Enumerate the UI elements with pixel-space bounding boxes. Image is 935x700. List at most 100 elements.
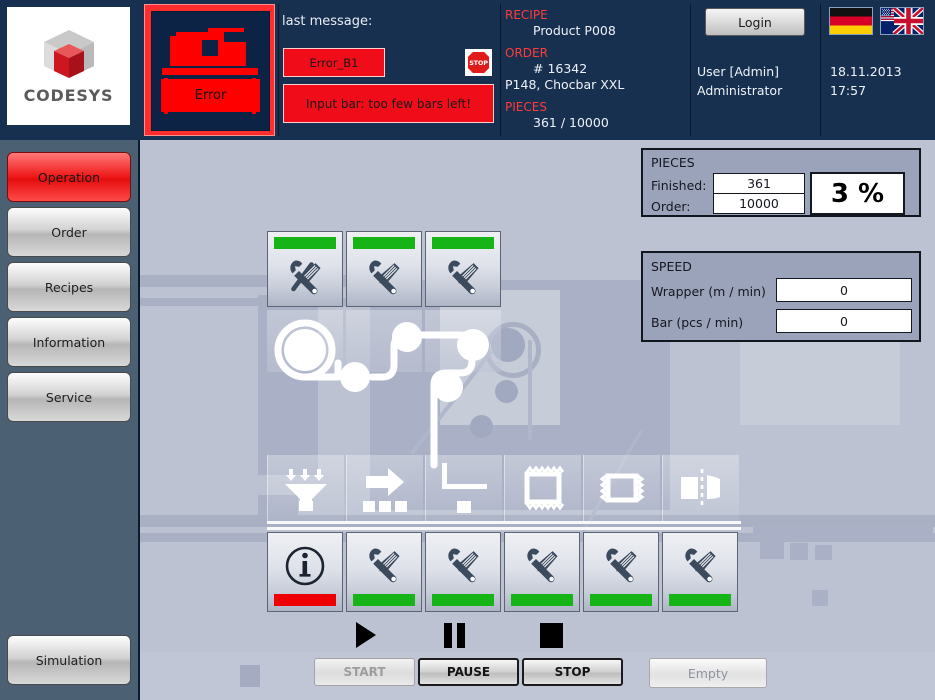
process-tile-2[interactable] — [346, 455, 423, 523]
sidebar-item-information[interactable]: Information — [7, 317, 131, 367]
machine-error-icon: Error — [151, 11, 270, 131]
empty-button[interactable]: Empty — [649, 658, 767, 688]
german-flag-icon[interactable] — [829, 7, 873, 35]
process-tile-4[interactable] — [504, 455, 581, 523]
speed-panel-title: SPEED — [651, 259, 692, 274]
tools-icon — [677, 537, 723, 594]
pause-icon — [444, 623, 465, 648]
user-role: Administrator — [697, 83, 783, 98]
stop-sign-label: STOP — [469, 58, 488, 67]
order-number: # 16342 — [533, 61, 588, 76]
hmi-screen: CODESYS Error last message: Error_B1 Inp… — [0, 0, 935, 700]
tools-icon — [440, 537, 486, 594]
sidebar-nav: Operation Order Recipes Information Serv… — [0, 140, 140, 700]
pause-button[interactable]: PAUSE — [418, 658, 519, 686]
status-bar-green — [669, 594, 731, 606]
transport-line-2 — [267, 527, 741, 530]
bar-speed-label: Bar (pcs / min) — [651, 315, 744, 330]
bar-speed-value[interactable]: 0 — [776, 309, 912, 333]
header-divider-1 — [278, 4, 279, 136]
order-description: P148, Chocbar XXL — [505, 77, 625, 92]
pieces-value: 361 / 10000 — [533, 115, 609, 130]
status-bar-green — [432, 594, 494, 606]
percent-display: 3 % — [810, 172, 905, 215]
login-button[interactable]: Login — [705, 8, 805, 36]
finished-value[interactable]: 361 — [713, 173, 805, 194]
recipe-order-block: RECIPE Product P008 ORDER # 16342 P148, … — [505, 8, 685, 131]
corner-transport-icon — [437, 461, 491, 518]
machine-error-label: Error — [161, 79, 260, 113]
sidebar-item-order[interactable]: Order — [7, 207, 131, 257]
process-tile-6[interactable] — [662, 455, 739, 523]
main-content: PIECES Finished: Order: 361 10000 3 % SP… — [140, 140, 935, 700]
status-bar-red — [274, 594, 336, 606]
brand-name: CODESYS — [23, 85, 114, 105]
pieces-panel-title: PIECES — [651, 155, 695, 170]
station-tile-6[interactable] — [504, 532, 580, 612]
last-message-title: last message: — [282, 14, 373, 29]
station-tile-8[interactable] — [662, 532, 738, 612]
stop-icon — [540, 623, 563, 648]
wrapper-value[interactable]: 0 — [776, 278, 912, 302]
header-divider-3 — [690, 4, 691, 136]
pieces-panel: PIECES Finished: Order: 361 10000 3 % — [641, 148, 921, 217]
info-icon — [282, 537, 328, 594]
sidebar-item-service[interactable]: Service — [7, 372, 131, 422]
station-tile-2[interactable] — [346, 231, 422, 307]
status-bar-green — [432, 237, 494, 249]
station-tile-4[interactable] — [346, 532, 422, 612]
status-bar-green — [353, 594, 415, 606]
stop-sign-icon[interactable]: STOP — [465, 49, 492, 76]
order-label: Order: — [651, 199, 691, 214]
user-name: User [Admin] — [697, 64, 780, 79]
sidebar-item-simulation[interactable]: Simulation — [7, 635, 131, 685]
play-icon — [356, 622, 376, 648]
machine-error-tile[interactable]: Error — [144, 4, 275, 136]
tools-icon — [440, 249, 486, 306]
header-divider-4 — [820, 4, 821, 136]
station-tile-5[interactable] — [425, 532, 501, 612]
status-bar-green — [353, 237, 415, 249]
pieces-key: PIECES — [505, 100, 547, 114]
tools-icon — [519, 537, 565, 594]
tools-icon — [282, 249, 328, 306]
stop-button[interactable]: STOP — [522, 658, 623, 686]
station-tile-7[interactable] — [583, 532, 659, 612]
error-message-field[interactable]: Input bar: too few bars left! — [283, 84, 494, 123]
order-value[interactable]: 10000 — [713, 193, 805, 214]
status-bar-green — [590, 594, 652, 606]
transport-line-1 — [267, 521, 741, 524]
process-tile-5[interactable] — [583, 455, 660, 523]
english-flag-icon[interactable] — [880, 7, 924, 35]
transfer-arrow-icon — [358, 461, 412, 518]
tools-icon — [361, 249, 407, 306]
tools-icon — [598, 537, 644, 594]
codesys-logo: CODESYS — [7, 7, 130, 125]
time-label: 17:57 — [830, 83, 867, 98]
speed-panel: SPEED Wrapper (m / min) Bar (pcs / min) … — [641, 251, 921, 342]
transport-control-bar: START PAUSE STOP Empty — [140, 652, 935, 700]
finished-label: Finished: — [651, 178, 707, 193]
status-bar-green — [274, 237, 336, 249]
recipe-key: RECIPE — [505, 8, 548, 22]
codesys-cube-icon — [32, 28, 106, 84]
recipe-value: Product P008 — [533, 23, 616, 38]
sidebar-item-operation[interactable]: Operation — [7, 152, 131, 202]
header-bar: CODESYS Error last message: Error_B1 Inp… — [0, 0, 935, 140]
start-button[interactable]: START — [314, 658, 415, 686]
error-code-field[interactable]: Error_B1 — [283, 48, 385, 77]
seal-pack-icon — [595, 461, 649, 518]
header-divider-2 — [500, 4, 501, 136]
station-tile-3[interactable] — [425, 231, 501, 307]
status-bar-green — [511, 594, 573, 606]
tools-icon — [361, 537, 407, 594]
order-key: ORDER — [505, 46, 548, 60]
left-spacer-block — [240, 665, 260, 687]
process-tile-1[interactable] — [267, 455, 344, 523]
station-tile-info[interactable] — [267, 532, 343, 612]
sidebar-item-recipes[interactable]: Recipes — [7, 262, 131, 312]
wrapper-label: Wrapper (m / min) — [651, 284, 766, 299]
station-tile-1[interactable] — [267, 231, 343, 307]
wrap-flow-icon — [516, 461, 570, 518]
process-tile-3[interactable] — [425, 455, 502, 523]
